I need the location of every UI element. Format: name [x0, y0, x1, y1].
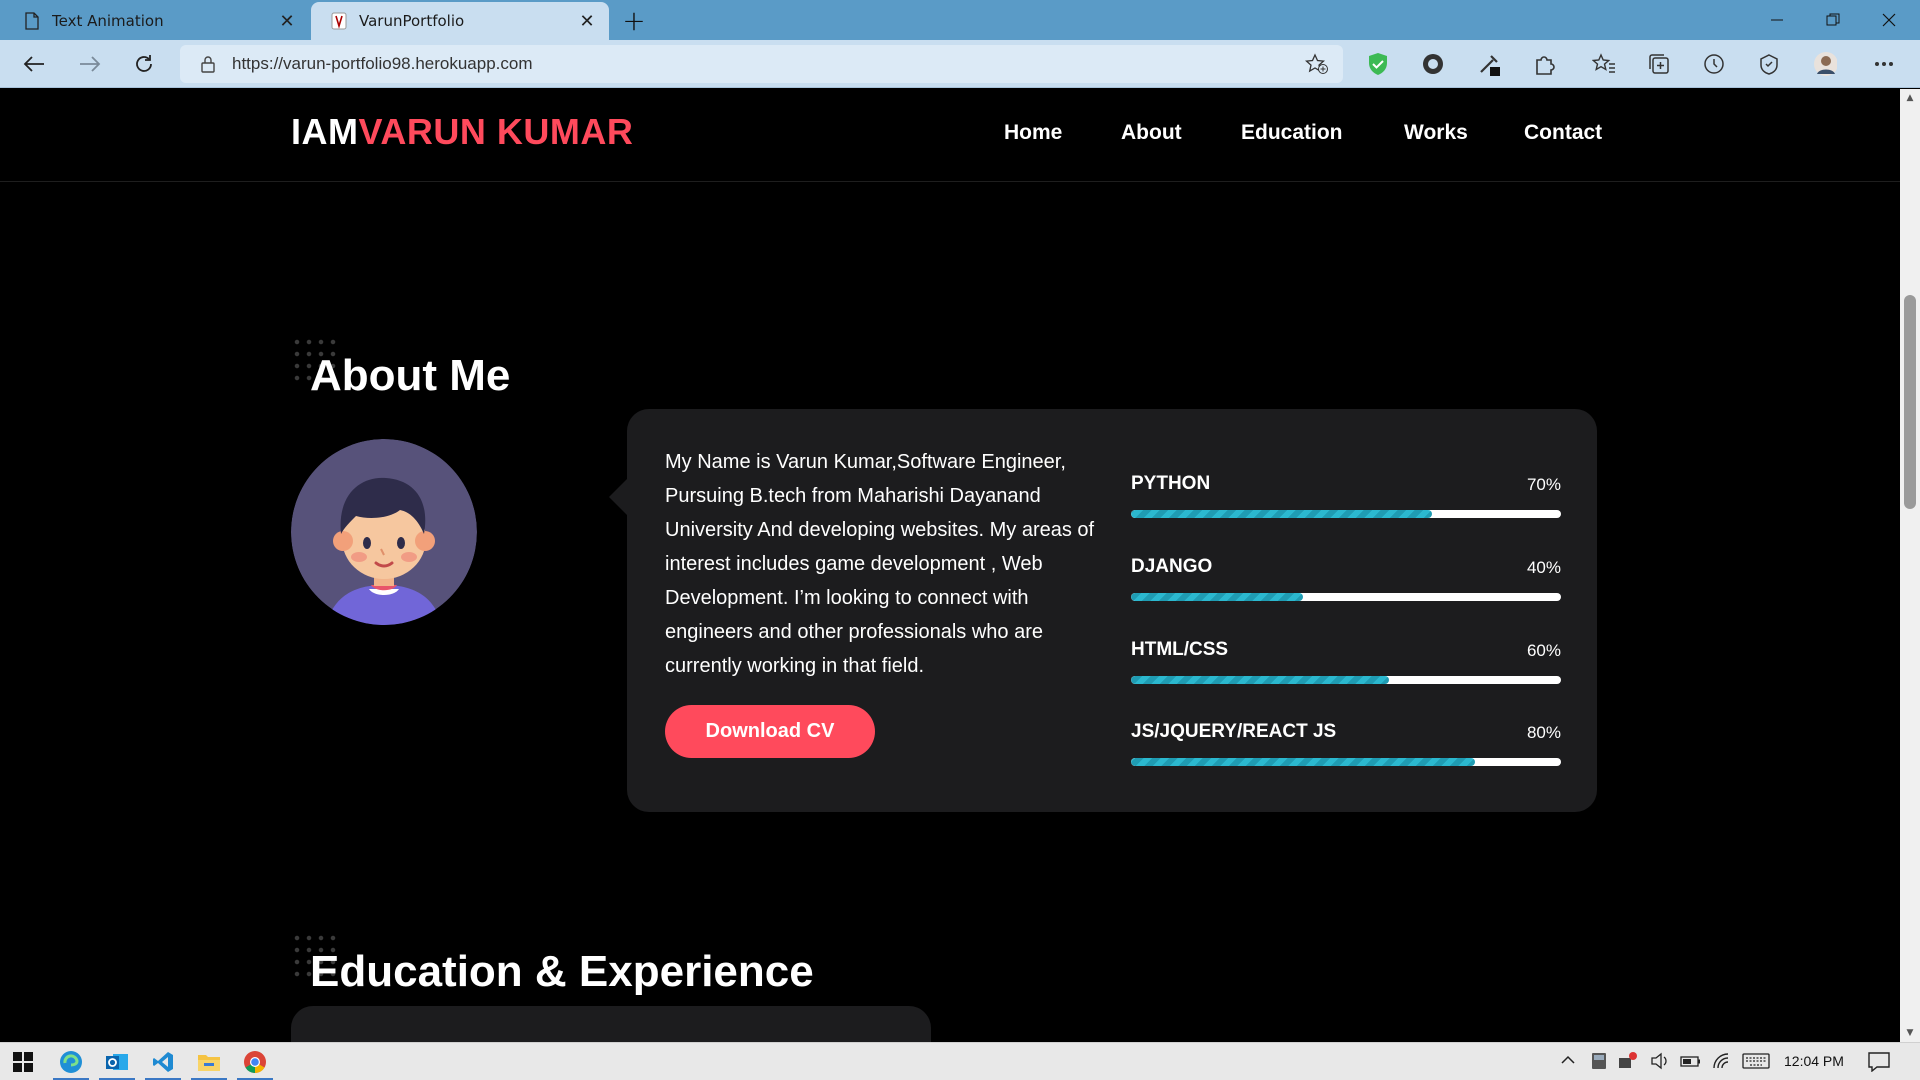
tab-text-animation[interactable]: Text Animation ✕	[4, 2, 309, 40]
education-card	[291, 1006, 931, 1042]
download-cv-button[interactable]: Download CV	[665, 705, 875, 758]
add-favorite-star-icon[interactable]	[1304, 53, 1329, 79]
skill-html-css: HTML/CSS 60%	[1131, 639, 1561, 699]
notifications-icon[interactable]	[1868, 1052, 1890, 1076]
browser-tabstrip: Text Animation ✕ VarunPortfolio ✕ +	[0, 0, 1920, 40]
collections-icon[interactable]	[1647, 52, 1671, 76]
page-viewport: IAMVARUN KUMAR Home About Education Work…	[0, 89, 1900, 1042]
file-explorer-icon[interactable]	[186, 1043, 232, 1080]
skill-name: JS/JQUERY/REACT JS	[1131, 721, 1337, 742]
scroll-down-arrow-icon[interactable]: ▼	[1900, 1028, 1920, 1038]
battery-icon[interactable]	[1680, 1052, 1702, 1074]
taskbar-clock[interactable]: 12:04 PM	[1784, 1053, 1844, 1069]
skill-name: DJANGO	[1131, 556, 1213, 577]
about-title: About Me	[310, 351, 511, 400]
scroll-up-arrow-icon[interactable]: ▲	[1900, 93, 1920, 103]
performance-icon[interactable]	[1757, 52, 1781, 76]
nav-about[interactable]: About	[1121, 121, 1182, 145]
logo-prefix: IAM	[291, 111, 359, 152]
site-favicon-icon	[331, 12, 347, 30]
skill-progress-fill	[1131, 510, 1432, 518]
card-pointer	[609, 479, 627, 515]
skill-django: DJANGO 40%	[1131, 556, 1561, 616]
scrollbar-thumb[interactable]	[1904, 295, 1916, 509]
window-close-icon[interactable]	[1862, 0, 1916, 40]
tray-app-icon[interactable]	[1590, 1052, 1608, 1074]
skill-python: PYTHON 70%	[1131, 473, 1561, 533]
network-alert-icon[interactable]	[1618, 1052, 1638, 1074]
forward-arrow-icon[interactable]	[70, 44, 110, 84]
skill-progress-fill	[1131, 758, 1475, 766]
logo-name: VARUN KUMAR	[358, 111, 634, 152]
browser-toolbar: https://varun-portfolio98.herokuapp.com	[0, 40, 1920, 88]
nav-home[interactable]: Home	[1004, 121, 1062, 145]
about-card: My Name is Varun Kumar,Software Engineer…	[627, 409, 1597, 812]
tab-varunportfolio[interactable]: VarunPortfolio ✕	[311, 2, 609, 40]
extension-circle-icon[interactable]	[1421, 52, 1445, 76]
outlook-icon[interactable]	[94, 1043, 140, 1080]
skill-progress-track	[1131, 510, 1561, 518]
close-icon[interactable]: ✕	[575, 11, 599, 32]
tab-title: VarunPortfolio	[359, 12, 465, 30]
skill-progress-track	[1131, 676, 1561, 684]
refresh-icon[interactable]	[124, 44, 164, 84]
address-bar[interactable]: https://varun-portfolio98.herokuapp.com	[180, 45, 1343, 83]
skill-progress-track	[1131, 593, 1561, 601]
windows-taskbar: 12:04 PM	[0, 1042, 1920, 1080]
page-icon	[24, 12, 40, 30]
lock-icon[interactable]	[198, 55, 218, 73]
skill-progress-fill	[1131, 676, 1389, 684]
site-header: IAMVARUN KUMAR Home About Education Work…	[0, 89, 1900, 182]
eyedropper-extension-icon[interactable]	[1477, 52, 1501, 76]
minimize-icon[interactable]	[1750, 0, 1804, 40]
skill-percent: 40%	[1526, 558, 1561, 577]
site-logo[interactable]: IAMVARUN KUMAR	[291, 111, 633, 153]
skill-name: HTML/CSS	[1131, 639, 1229, 660]
url-text[interactable]: https://varun-portfolio98.herokuapp.com	[232, 54, 533, 74]
new-tab-plus-icon[interactable]: +	[618, 4, 650, 37]
more-options-icon[interactable]	[1872, 52, 1896, 76]
avatar	[291, 439, 477, 625]
education-title: Education & Experience	[310, 947, 814, 996]
tab-title: Text Animation	[52, 12, 164, 30]
back-arrow-icon[interactable]	[14, 44, 54, 84]
about-bio: My Name is Varun Kumar,Software Engineer…	[665, 451, 1095, 677]
restore-icon[interactable]	[1806, 0, 1860, 40]
profile-avatar[interactable]	[1813, 52, 1837, 76]
chrome-icon[interactable]	[232, 1043, 278, 1080]
volume-icon[interactable]	[1650, 1052, 1670, 1074]
skill-percent: 60%	[1526, 641, 1561, 660]
close-icon[interactable]: ✕	[275, 11, 299, 32]
skill-progress-track	[1131, 758, 1561, 766]
nav-contact[interactable]: Contact	[1524, 121, 1602, 145]
skill-name: PYTHON	[1131, 473, 1211, 494]
history-icon[interactable]	[1702, 52, 1726, 76]
show-hidden-icons-chevron-icon[interactable]	[1560, 1052, 1576, 1072]
wifi-icon[interactable]	[1712, 1052, 1732, 1074]
nav-works[interactable]: Works	[1404, 121, 1468, 145]
edge-browser-icon[interactable]	[48, 1043, 94, 1080]
skill-progress-fill	[1131, 593, 1303, 601]
vscode-icon[interactable]	[140, 1043, 186, 1080]
nav-education[interactable]: Education	[1241, 121, 1343, 145]
skill-percent: 80%	[1526, 723, 1561, 742]
extensions-puzzle-icon[interactable]	[1532, 52, 1556, 76]
favorites-icon[interactable]	[1592, 52, 1616, 76]
page-scrollbar[interactable]: ▲ ▼	[1900, 89, 1920, 1042]
keyboard-icon[interactable]	[1742, 1052, 1770, 1074]
shield-extension-icon[interactable]	[1366, 52, 1390, 76]
windows-start-icon[interactable]	[0, 1043, 46, 1080]
skill-percent: 70%	[1526, 475, 1561, 494]
skill-js: JS/JQUERY/REACT JS 80%	[1131, 721, 1561, 781]
